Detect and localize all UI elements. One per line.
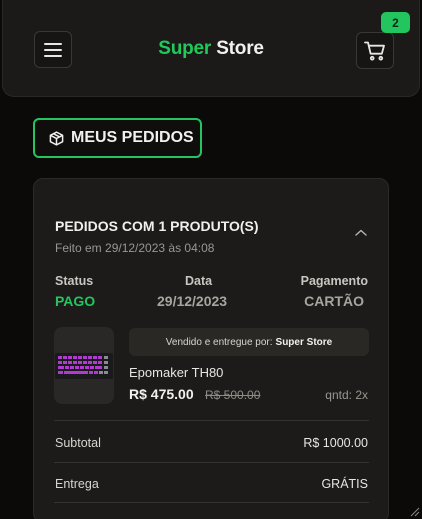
cart-button[interactable] — [356, 32, 394, 69]
shipping-label: Entrega — [55, 477, 99, 491]
resize-grip-icon[interactable] — [408, 505, 420, 517]
subtotal-value: R$ 1000.00 — [303, 436, 368, 450]
subtotal-label: Subtotal — [55, 436, 101, 450]
order-card: PEDIDOS COM 1 PRODUTO(S) Feito em 29/12/… — [33, 178, 389, 519]
order-title: PEDIDOS COM 1 PRODUTO(S) — [55, 218, 259, 234]
product-name[interactable]: Epomaker TH80 — [129, 365, 223, 380]
product-price: R$ 475.00 — [129, 386, 194, 402]
product-quantity: qntd: 2x — [325, 388, 368, 402]
status-label: Status — [55, 274, 94, 288]
date-label: Data — [185, 274, 213, 288]
shopping-cart-icon — [364, 41, 385, 61]
payment-value: CARTÃO — [304, 293, 364, 309]
page: Super Store 2 MEUS PEDIDOS PEDIDOS COM 1… — [0, 0, 422, 519]
package-box-icon — [49, 130, 64, 146]
shipping-value: GRÁTIS — [321, 477, 368, 491]
logo-part-store: Store — [216, 38, 264, 59]
date-value: 29/12/2023 — [157, 293, 228, 309]
status-value: PAGO — [55, 293, 96, 309]
seller-info: Vendido e entregue por: Super Store — [129, 328, 369, 356]
top-header: Super Store — [2, 0, 420, 97]
product-old-price: R$ 500.00 — [205, 388, 261, 402]
seller-name: Super Store — [275, 336, 333, 348]
chevron-up-icon[interactable] — [354, 228, 368, 238]
cart-count-badge: 2 — [381, 12, 410, 33]
product-image[interactable] — [54, 327, 114, 404]
page-title: MEUS PEDIDOS — [71, 129, 194, 146]
keyboard-product-icon — [55, 352, 113, 379]
divider — [54, 502, 369, 503]
seller-prefix: Vendido e entregue por: — [165, 336, 273, 348]
order-date-subtitle: Feito em 29/12/2023 às 04:08 — [55, 241, 215, 255]
my-orders-title[interactable]: MEUS PEDIDOS — [33, 118, 202, 158]
divider — [54, 462, 369, 463]
divider — [54, 420, 369, 421]
logo-part-super: Super — [158, 38, 212, 59]
payment-label: Pagamento — [300, 274, 368, 288]
